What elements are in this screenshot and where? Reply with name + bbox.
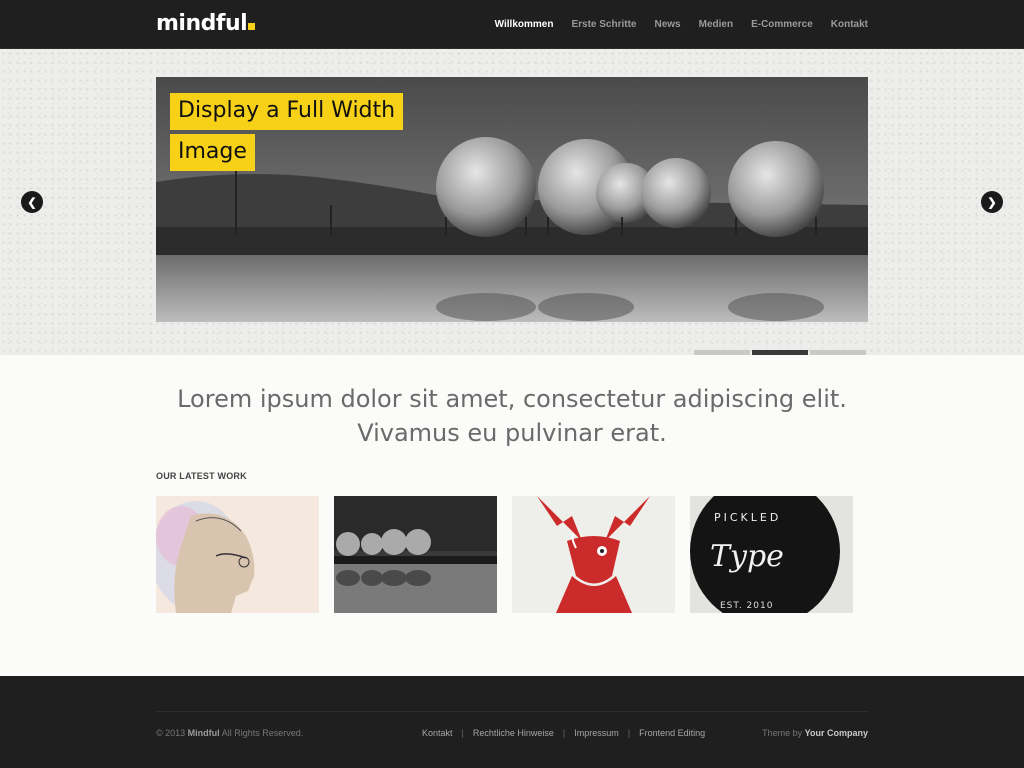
nav-item-news[interactable]: News <box>654 19 680 30</box>
pager-dot-2[interactable] <box>752 350 808 355</box>
site-logo[interactable]: mindful <box>156 10 256 38</box>
slider-pager <box>694 350 866 355</box>
intro-line-1: Lorem ipsum dolor sit amet, consectetur … <box>177 385 847 413</box>
work-item-portrait[interactable] <box>156 496 319 613</box>
caption-line-2: Image <box>170 134 255 171</box>
work-item-pickled-type[interactable]: PICKLED Type EST. 2010 <box>690 496 853 613</box>
chevron-left-icon: ❮ <box>27 196 37 209</box>
logo-dot <box>248 23 256 30</box>
copyright-suffix: All Rights Reserved. <box>221 728 304 738</box>
footer-link-kontakt[interactable]: Kontakt <box>422 728 453 738</box>
footer: © 2013 Mindful All Rights Reserved. Kont… <box>0 676 1024 768</box>
nav-item-erste-schritte[interactable]: Erste Schritte <box>571 19 636 30</box>
pager-dot-1[interactable] <box>694 350 750 355</box>
theme-credit: Theme by Your Company <box>762 728 868 738</box>
latest-work-gallery: PICKLED Type EST. 2010 <box>156 496 853 613</box>
logo-text: mindful <box>156 11 248 36</box>
footer-link-impressum[interactable]: Impressum <box>574 728 619 738</box>
footer-divider <box>156 711 868 712</box>
slider-prev-button[interactable]: ❮ <box>21 191 43 213</box>
intro-text: Lorem ipsum dolor sit amet, consectetur … <box>0 382 1024 450</box>
chevron-right-icon: ❯ <box>987 196 997 209</box>
caption-line-1: Display a Full Width <box>170 93 404 130</box>
portrait-thumbnail <box>156 496 319 613</box>
copyright-brand: Mindful <box>187 728 220 738</box>
nav-item-kontakt[interactable]: Kontakt <box>831 19 868 30</box>
svg-text:Type: Type <box>710 539 784 574</box>
slider-section: ❮ Display a Full Width Image ❯ <box>0 49 1024 355</box>
gas-tanks-thumbnail <box>334 496 497 613</box>
main-nav: Willkommen Erste Schritte News Medien E-… <box>495 0 868 49</box>
svg-text:PICKLED: PICKLED <box>714 511 781 524</box>
red-deer-thumbnail <box>512 496 675 613</box>
footer-separator: | <box>627 728 631 738</box>
pickled-type-thumbnail: PICKLED Type EST. 2010 <box>690 496 853 613</box>
copyright-prefix: © 2013 <box>156 728 186 738</box>
nav-item-medien[interactable]: Medien <box>699 19 733 30</box>
copyright: © 2013 Mindful All Rights Reserved. <box>156 728 303 738</box>
slide-caption: Display a Full Width Image <box>170 93 404 175</box>
theme-company-link[interactable]: Your Company <box>805 728 868 738</box>
footer-separator: | <box>562 728 566 738</box>
theme-prefix: Theme by <box>762 728 803 738</box>
footer-link-frontend-editing[interactable]: Frontend Editing <box>639 728 705 738</box>
intro-line-2: Vivamus eu pulvinar erat. <box>357 419 667 447</box>
footer-link-rechtliche-hinweise[interactable]: Rechtliche Hinweise <box>473 728 554 738</box>
slider-next-button[interactable]: ❯ <box>981 191 1003 213</box>
nav-item-e-commerce[interactable]: E-Commerce <box>751 19 813 30</box>
nav-item-willkommen[interactable]: Willkommen <box>495 19 554 30</box>
top-header: mindful Willkommen Erste Schritte News M… <box>0 0 1024 49</box>
work-item-red-deer[interactable] <box>512 496 675 613</box>
svg-text:EST. 2010: EST. 2010 <box>720 601 773 611</box>
pager-dot-3[interactable] <box>810 350 866 355</box>
latest-work-title: OUR LATEST WORK <box>156 471 247 481</box>
footer-separator: | <box>461 728 464 738</box>
footer-links: Kontakt | Rechtliche Hinweise | Impressu… <box>422 728 705 738</box>
work-item-gas-tanks[interactable] <box>334 496 497 613</box>
slide-image: Display a Full Width Image <box>156 77 868 322</box>
